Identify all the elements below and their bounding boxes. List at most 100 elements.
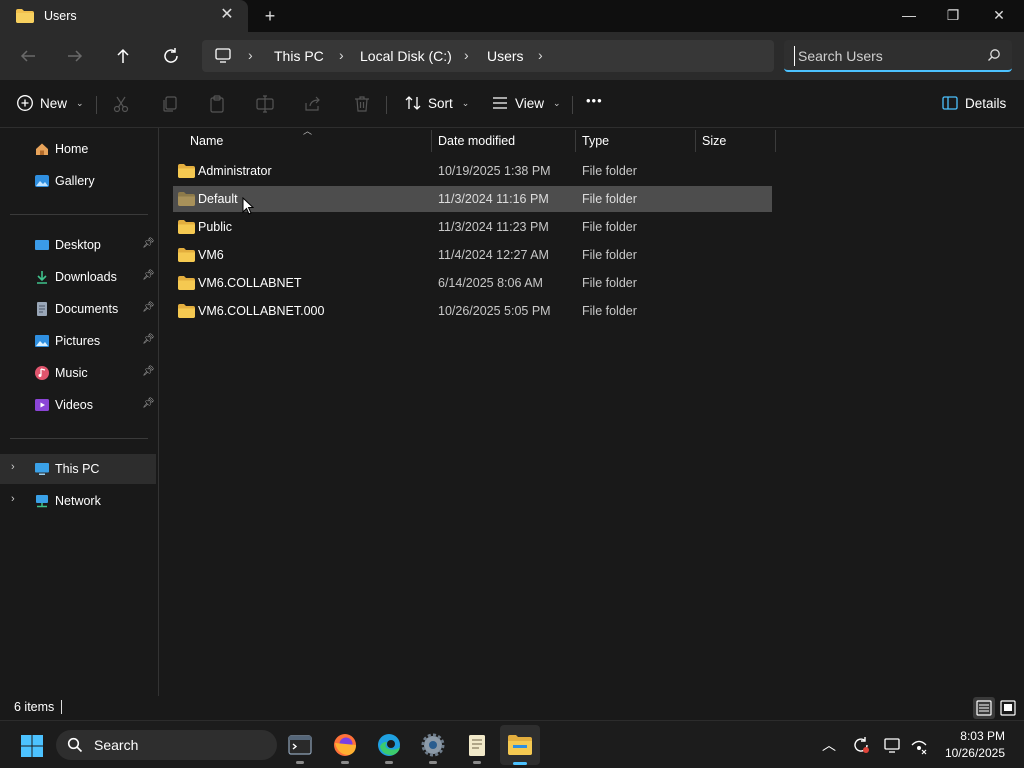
pin-icon[interactable]: 📌︎ [142,270,155,281]
breadcrumb-users[interactable]: Users [487,48,524,64]
pin-icon[interactable]: 📌︎ [142,302,155,313]
running-indicator [341,761,349,764]
column-divider[interactable] [695,130,696,152]
computer-icon[interactable] [214,47,232,65]
chevron-right-icon[interactable]: › [538,47,543,63]
chevron-right-icon[interactable]: › [464,47,469,63]
taskbar-app-file-explorer[interactable] [500,725,540,765]
chevron-down-icon: ⌄ [461,97,470,108]
view-button[interactable]: View ⌄ [491,94,561,112]
pin-icon[interactable]: 📌︎ [142,334,155,345]
show-hidden-icons-chevron-up-icon[interactable]: ︿ [819,735,839,755]
details-view-button[interactable] [973,697,995,719]
taskbar-app-settings[interactable] [417,729,449,764]
folder-icon [178,304,195,318]
column-divider[interactable] [431,130,432,152]
network-status-icon[interactable] [909,735,929,755]
sidebar-item-videos[interactable]: Videos 📌︎ [0,390,156,420]
list-item[interactable]: Public 11/3/2024 11:23 PM File folder [173,214,772,240]
tab-close-button[interactable]: ✕ [218,6,236,24]
taskbar-app-firefox[interactable] [329,729,361,764]
clock-date[interactable]: 10/26/2025 [941,746,1005,760]
folder-icon [178,164,195,178]
notepad-icon [469,735,485,756]
details-view-icon [976,700,992,716]
tab-users[interactable]: Users ✕ [0,0,248,32]
taskbar-app-notepad[interactable] [461,729,493,764]
sync-alert-icon[interactable] [851,735,871,755]
chevron-right-icon[interactable]: › [11,493,15,505]
sidebar-item-network[interactable]: › Network [0,486,156,516]
sidebar-item-gallery[interactable]: Gallery [0,166,156,196]
rename-icon[interactable] [255,94,275,114]
up-arrow-icon[interactable] [111,44,135,68]
breadcrumb-local-disk[interactable]: Local Disk (C:) [360,48,452,64]
chevron-right-icon[interactable]: › [11,461,15,473]
chevron-right-icon[interactable]: › [339,47,344,63]
list-item[interactable]: Administrator 10/19/2025 1:38 PM File fo… [173,158,772,184]
navigation-pane: Home Gallery Desktop 📌︎ Downloads 📌︎ Doc… [0,128,159,696]
column-header-date-modified[interactable]: Date modified [438,128,574,154]
list-item[interactable]: Default 11/3/2024 11:16 PM File folder [173,186,772,212]
details-pane-icon [942,96,958,110]
command-bar: New ⌄ Sort ⌄ View ⌄ ••• Details [0,80,1024,128]
sort-button[interactable]: Sort ⌄ [404,94,469,112]
paste-icon[interactable] [207,94,227,114]
windows-start-icon[interactable] [20,734,44,758]
column-header-size[interactable]: Size [702,128,774,154]
pin-icon[interactable]: 📌︎ [142,366,155,377]
taskbar-app-terminal[interactable] [284,729,316,764]
chevron-right-icon[interactable]: › [248,47,253,63]
clock-time[interactable]: 8:03 PM [957,729,1005,743]
column-divider[interactable] [775,130,776,152]
new-tab-button[interactable]: + [260,6,280,26]
display-icon[interactable] [883,735,903,755]
copy-icon[interactable] [160,94,180,114]
sidebar-item-pictures[interactable]: Pictures 📌︎ [0,326,156,356]
desktop-icon [35,240,49,250]
close-button[interactable]: ✕ [976,0,1022,32]
new-button[interactable]: New ⌄ [16,94,84,112]
cut-icon[interactable] [111,94,131,114]
folder-icon [178,220,195,234]
list-item[interactable]: VM6.COLLABNET.000 10/26/2025 5:05 PM Fil… [173,298,772,324]
column-divider[interactable] [575,130,576,152]
search-icon[interactable] [987,48,1001,62]
list-item[interactable]: VM6.COLLABNET 6/14/2025 8:06 AM File fol… [173,270,772,296]
pin-icon[interactable]: 📌︎ [142,398,155,409]
column-header-type[interactable]: Type [582,128,694,154]
mouse-cursor-icon [242,197,254,215]
taskbar-app-edge[interactable] [373,729,405,764]
search-box[interactable] [784,40,1012,72]
share-icon[interactable] [303,94,323,114]
search-input[interactable] [794,46,974,66]
details-pane-label: Details [965,95,1007,111]
sidebar-item-label: Desktop [55,238,101,252]
list-item[interactable]: VM6 11/4/2024 12:27 AM File folder [173,242,772,268]
file-date-modified: 11/3/2024 11:16 PM [438,192,549,206]
sidebar-item-downloads[interactable]: Downloads 📌︎ [0,262,156,292]
taskbar-search-box[interactable]: Search [56,730,277,760]
maximize-button[interactable]: ❐ [930,0,976,32]
file-type: File folder [582,192,637,206]
sidebar-item-music[interactable]: Music 📌︎ [0,358,156,388]
sidebar-item-documents[interactable]: Documents 📌︎ [0,294,156,324]
sidebar-item-desktop[interactable]: Desktop 📌︎ [0,230,156,260]
sidebar-item-home[interactable]: Home [0,134,156,164]
breadcrumb[interactable]: › This PC › Local Disk (C:) › Users › [202,40,774,72]
breadcrumb-this-pc[interactable]: This PC [274,48,324,64]
delete-icon[interactable] [352,94,372,114]
file-name: Default [198,192,238,206]
see-more-button[interactable]: ••• [586,93,603,108]
column-header-name[interactable]: Name [190,128,430,154]
pin-icon[interactable]: 📌︎ [142,238,155,249]
sidebar-item-label: Videos [55,398,93,412]
file-name: VM6 [198,248,224,262]
sidebar-item-this-pc[interactable]: › This PC [0,454,156,484]
back-arrow-icon[interactable] [16,44,40,68]
forward-arrow-icon[interactable] [63,44,87,68]
tiles-view-button[interactable] [997,697,1019,719]
minimize-button[interactable]: — [886,0,932,32]
details-pane-button[interactable]: Details [941,94,1006,112]
refresh-icon[interactable] [159,44,183,68]
